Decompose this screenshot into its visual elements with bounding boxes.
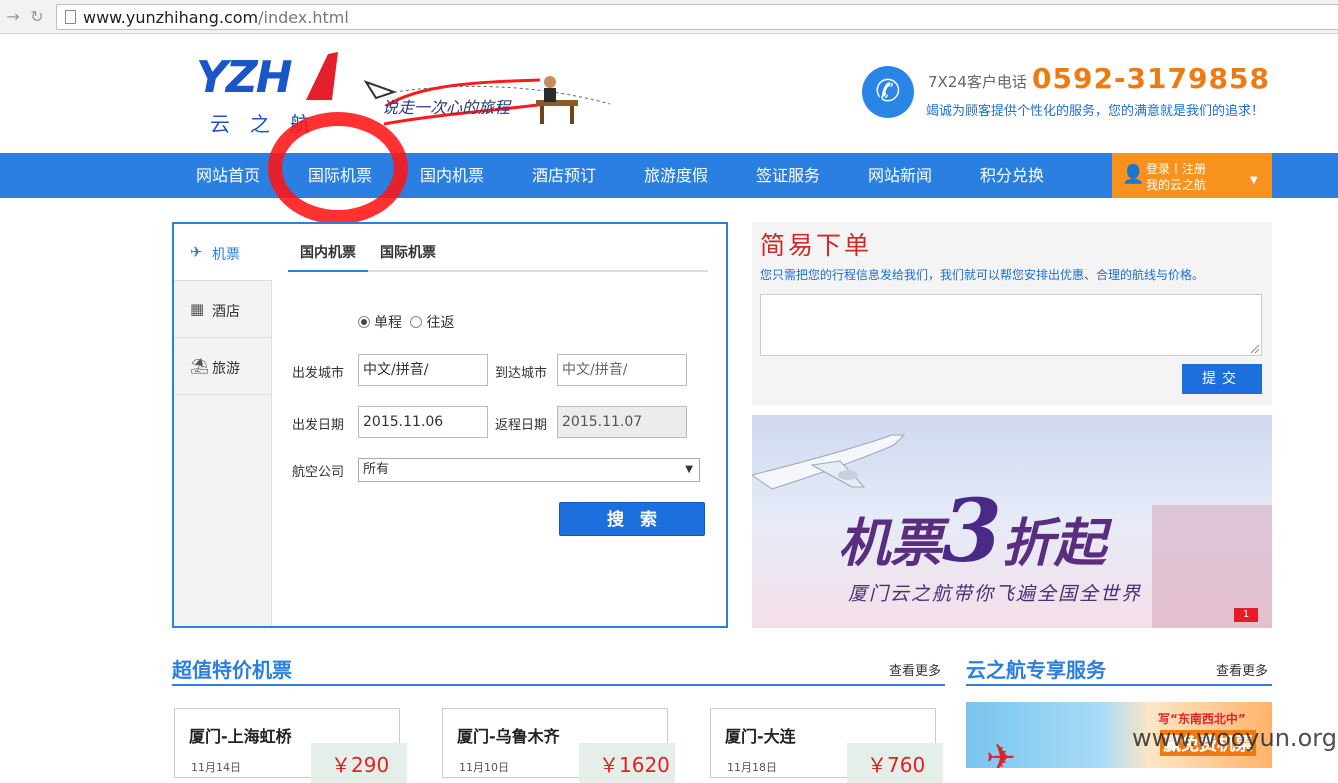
easy-order-panel: 简易下单 您只需把您的行程信息发给我们，我们就可以帮您安排出优惠、合理的航线与价… (752, 222, 1272, 405)
one-way-label: 单程 (374, 315, 402, 331)
nav-item-news[interactable]: 网站新闻 (868, 153, 932, 198)
promo-banner[interactable]: 机票3折起 厦门云之航带你飞遍全国全世界 1 (752, 415, 1272, 628)
side-tab-label: 旅游 (212, 361, 240, 377)
deal-price-tag: ￥760 (847, 743, 943, 783)
chevron-down-icon[interactable]: ▼ (1250, 175, 1258, 186)
deal-route: 厦门-乌鲁木齐 (457, 727, 560, 746)
service-section-title: 云之航专享服务 (966, 658, 1106, 682)
side-tab-hotels[interactable]: ▦ 酒店 (174, 281, 271, 338)
deal-date: 11月14日 (191, 761, 241, 774)
slogan-text: 说走一次心的旅程 (382, 98, 511, 117)
hotline-number: 0592-3179858 (1032, 62, 1270, 95)
one-way-radio[interactable] (358, 316, 370, 328)
login-register-link[interactable]: 登录丨注册 (1146, 160, 1206, 177)
easy-order-submit-button[interactable]: 提交 (1182, 364, 1262, 394)
hotline-description: 竭诚为顾客提供个性化的服务，您的满意就是我们的追求！ (926, 104, 1265, 119)
nav-item-visa[interactable]: 签证服务 (756, 153, 820, 198)
user-icon: 👤 (1122, 164, 1145, 185)
depart-date-label: 出发日期 (292, 418, 345, 433)
service-more-link[interactable]: 查看更多 (1216, 660, 1268, 679)
url-text: www.yunzhihang.com/index.html (83, 8, 349, 27)
deal-route: 厦门-上海虹桥 (189, 727, 292, 746)
slogan: 说走一次心的旅程 (360, 74, 620, 134)
banner-title-post: 折起 (1001, 513, 1106, 574)
deal-price: ￥760 (867, 753, 926, 777)
banner-page-indicator[interactable]: 1 (1234, 608, 1258, 622)
banner-title-pre: 机票 (838, 513, 943, 574)
tab-international-flights[interactable]: 国际机票 (380, 242, 436, 272)
return-date-input[interactable]: 2015.11.07 (557, 406, 687, 438)
arrive-city-input[interactable]: 中文/拼音/ (557, 354, 687, 386)
promo-decoration: ✈ (986, 738, 1017, 768)
banner-subtitle: 厦门云之航带你飞遍全国全世界 (848, 583, 1143, 605)
building-icon: ▦ (190, 300, 205, 318)
easy-order-title: 简易下单 (760, 231, 873, 260)
service-section-header: 云之航专享服务 查看更多 (966, 656, 1272, 686)
nav-item-home[interactable]: 网站首页 (196, 153, 260, 198)
deal-date: 11月18日 (727, 761, 777, 774)
easy-order-description: 您只需把您的行程信息发给我们，我们就可以帮您安排出优惠、合理的航线与价格。 (760, 268, 1205, 282)
url-host: www.yunzhihang.com (83, 8, 259, 27)
depart-city-input[interactable]: 中文/拼音/ (358, 354, 488, 386)
deals-more-link[interactable]: 查看更多 (889, 660, 941, 679)
side-tab-label: 酒店 (212, 304, 240, 320)
watermark-text: www.wooyun.org (1132, 724, 1337, 752)
chevron-down-icon: ▼ (685, 464, 693, 475)
deals-section-title: 超值特价机票 (172, 658, 292, 682)
side-tab-flights[interactable]: ✈ 机票 (174, 224, 272, 281)
easy-order-textarea[interactable] (760, 294, 1262, 356)
url-path: /index.html (258, 8, 349, 27)
logo-letters: YZH (196, 52, 293, 103)
deal-price: ￥1620 (599, 753, 670, 777)
depart-date-input[interactable]: 2015.11.06 (358, 406, 488, 438)
arrive-city-label: 到达城市 (495, 366, 548, 381)
nav-item-points[interactable]: 积分兑换 (980, 153, 1044, 198)
airline-selected-value: 所有 (363, 462, 390, 477)
nav-item-vacation[interactable]: 旅游度假 (644, 153, 708, 198)
hotline: ✆ 7X24客户电话 0592-3179858 竭诚为顾客提供个性化的服务，您的… (862, 62, 1272, 124)
my-account-link[interactable]: 我的云之航 (1146, 176, 1206, 193)
user-account-menu[interactable]: 👤 登录丨注册 我的云之航 ▼ (1112, 153, 1272, 198)
browser-address-bar: → ↻ www.yunzhihang.com/index.html (0, 0, 1338, 34)
trip-type-group: 单程 往返 (358, 312, 454, 332)
return-date-label: 返程日期 (495, 418, 548, 433)
resize-handle-icon[interactable] (1250, 344, 1260, 354)
hotline-label: 7X24客户电话 (928, 73, 1027, 91)
nav-item-hotel-booking[interactable]: 酒店预订 (532, 153, 596, 198)
red-annotation-circle (268, 112, 408, 224)
round-trip-radio[interactable] (410, 316, 423, 328)
main-nav: 网站首页 国际机票 国内机票 酒店预订 旅游度假 签证服务 网站新闻 积分兑换 … (0, 153, 1338, 198)
flight-search-panel: ✈ 机票 ▦ 酒店 ⛱ 旅游 国内机票 国际机票 单程 往返 出发城市 中文/拼… (172, 222, 728, 628)
back-arrow-icon[interactable]: → (2, 6, 24, 28)
airplane-icon: ✈ (190, 243, 203, 261)
deals-section-header: 超值特价机票 查看更多 (172, 656, 945, 686)
deal-price-tag: ￥1620 (579, 743, 675, 783)
side-tab-label: 机票 (212, 247, 240, 263)
deal-price: ￥290 (331, 753, 390, 777)
url-input[interactable]: www.yunzhihang.com/index.html (56, 4, 1338, 30)
banner-title: 机票3折起 (838, 481, 1106, 582)
search-button[interactable]: 搜索 (559, 502, 705, 536)
deal-price-tag: ￥290 (311, 743, 407, 783)
deal-route: 厦门-大连 (725, 727, 796, 746)
airline-label: 航空公司 (292, 465, 345, 480)
depart-city-label: 出发城市 (292, 366, 345, 381)
palm-tree-icon: ⛱ (190, 357, 210, 375)
deal-date: 11月10日 (459, 761, 509, 774)
nav-item-domestic-flights[interactable]: 国内机票 (420, 153, 484, 198)
tab-domestic-flights[interactable]: 国内机票 (288, 242, 368, 272)
side-tab-travel[interactable]: ⛱ 旅游 (174, 338, 271, 395)
search-side-tabs: ✈ 机票 ▦ 酒店 ⛱ 旅游 (174, 224, 272, 626)
phone-icon: ✆ (862, 66, 914, 118)
site-header: YZH 云之航 说走一次心的旅程 ✆ 7X24客户电话 0592-3179858… (0, 34, 1338, 153)
ticket-type-tabs: 国内机票 国际机票 (288, 240, 708, 272)
page-icon (65, 10, 76, 24)
round-trip-label: 往返 (426, 315, 455, 331)
reload-icon[interactable]: ↻ (26, 6, 48, 28)
banner-title-number: 3 (942, 481, 1002, 582)
airline-select[interactable]: 所有 ▼ (358, 458, 700, 482)
